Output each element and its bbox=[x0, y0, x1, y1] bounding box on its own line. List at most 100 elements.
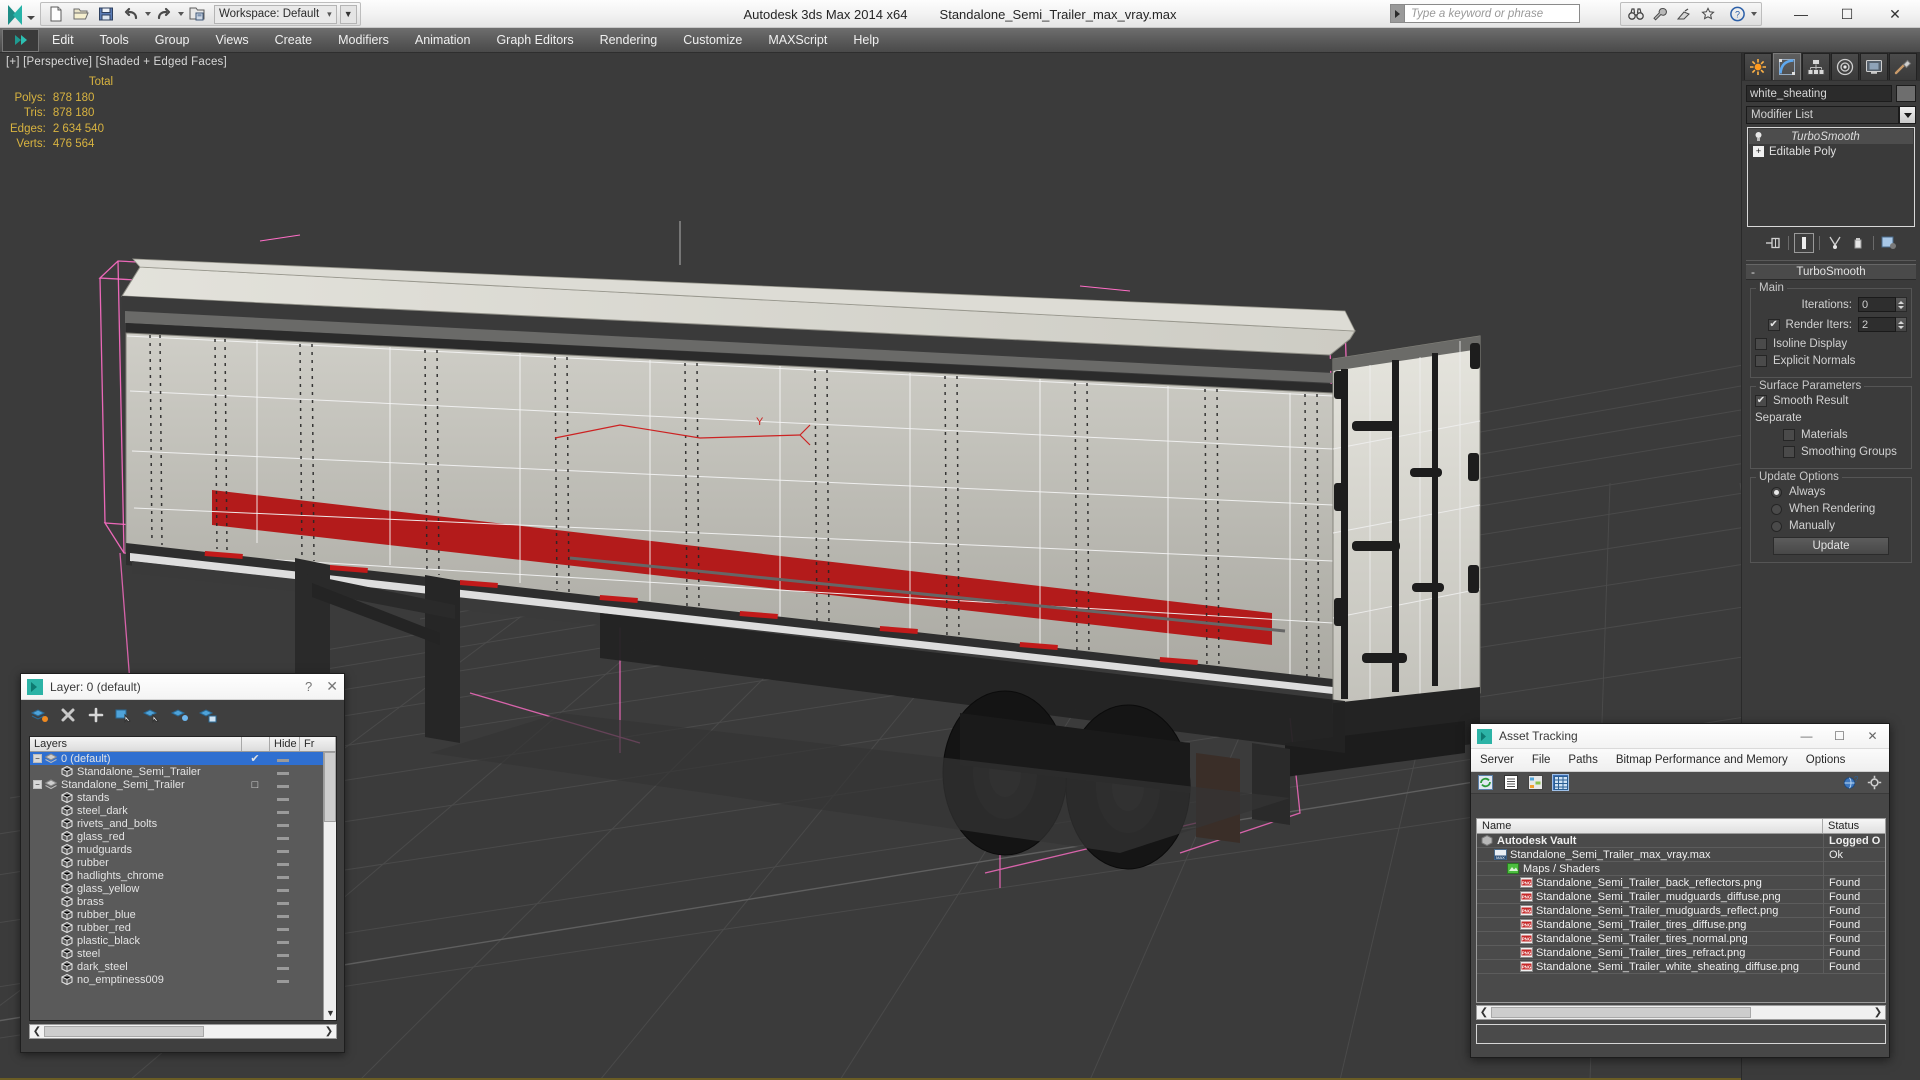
menu-group[interactable]: Group bbox=[142, 28, 203, 53]
open-file-icon[interactable] bbox=[69, 4, 93, 24]
search-box[interactable]: Type a keyword or phrase bbox=[1390, 4, 1580, 23]
rollout-collapse-icon[interactable]: - bbox=[1751, 265, 1755, 279]
smoothing-groups-row[interactable]: Smoothing Groups bbox=[1755, 446, 1907, 458]
configure-modifier-sets-icon[interactable] bbox=[1879, 233, 1899, 253]
layer-hide-toggle[interactable] bbox=[270, 883, 296, 895]
layer-hide-toggle[interactable] bbox=[270, 961, 296, 973]
asset-column-name[interactable]: Name bbox=[1477, 819, 1823, 833]
layer-hide-toggle[interactable] bbox=[270, 896, 296, 908]
layer-hide-toggle[interactable] bbox=[270, 857, 296, 869]
layer-hide-toggle[interactable] bbox=[270, 948, 296, 960]
layer-row[interactable]: no_emptiness009 bbox=[30, 973, 336, 986]
menu-animation[interactable]: Animation bbox=[402, 28, 484, 53]
always-row[interactable]: Always bbox=[1755, 486, 1907, 498]
layer-hide-toggle[interactable] bbox=[270, 922, 296, 934]
layer-list-hscrollbar[interactable]: ❮ ❯ bbox=[29, 1024, 337, 1039]
make-unique-icon[interactable] bbox=[1825, 233, 1845, 253]
asset-row[interactable]: MAX Standalone_Semi_Trailer_max_vray.max O… bbox=[1477, 847, 1885, 862]
smooth-result-row[interactable]: Smooth Result bbox=[1755, 395, 1907, 407]
layer-row[interactable]: glass_yellow bbox=[30, 882, 336, 895]
scroll-down-icon[interactable]: ▼ bbox=[326, 1008, 335, 1018]
remove-modifier-icon[interactable] bbox=[1848, 233, 1868, 253]
asset-rows[interactable]: Autodesk Vault Logged O MAX Standalone_Semi… bbox=[1477, 833, 1885, 974]
modifier-stack-item-editable-poly[interactable]: + Editable Poly bbox=[1749, 144, 1913, 159]
menu-graph-editors[interactable]: Graph Editors bbox=[483, 28, 586, 53]
close-button[interactable]: ✕ bbox=[1870, 0, 1920, 28]
asset-tracking-dialog[interactable]: Asset Tracking — ☐ ✕ Server File Paths B… bbox=[1470, 723, 1890, 1058]
wrench-icon[interactable] bbox=[1649, 4, 1671, 24]
rollout-header[interactable]: - TurboSmooth bbox=[1746, 264, 1916, 280]
add-selection-icon[interactable] bbox=[86, 705, 106, 725]
render-iters-input[interactable]: 2 bbox=[1858, 317, 1896, 332]
object-color-swatch[interactable] bbox=[1896, 85, 1916, 102]
refresh-icon[interactable] bbox=[1477, 774, 1494, 791]
hierarchy-tab[interactable] bbox=[1802, 53, 1830, 80]
at-menu-server[interactable]: Server bbox=[1471, 754, 1523, 766]
layer-row[interactable]: − 0 (default) ✔ bbox=[30, 752, 336, 765]
at-menu-bitmap-performance[interactable]: Bitmap Performance and Memory bbox=[1607, 754, 1797, 766]
layer-rows[interactable]: − 0 (default) ✔ Standalone_Semi_Trailer − Sta… bbox=[30, 752, 336, 986]
menu-rendering[interactable]: Rendering bbox=[587, 28, 671, 53]
at-menu-options[interactable]: Options bbox=[1797, 754, 1855, 766]
explicit-normals-row[interactable]: Explicit Normals bbox=[1755, 355, 1907, 367]
layer-row[interactable]: steel_dark bbox=[30, 804, 336, 817]
layer-row[interactable]: steel bbox=[30, 947, 336, 960]
modify-tab[interactable] bbox=[1773, 53, 1801, 80]
layer-row[interactable]: glass_red bbox=[30, 830, 336, 843]
maximize-button[interactable]: ☐ bbox=[1823, 724, 1856, 749]
workspace-selector[interactable]: Workspace: Default ▾ bbox=[214, 4, 337, 24]
layer-row[interactable]: Standalone_Semi_Trailer bbox=[30, 765, 336, 778]
iterations-spinner[interactable] bbox=[1896, 297, 1907, 312]
undo-icon[interactable] bbox=[119, 4, 143, 24]
layer-row[interactable]: hadlights_chrome bbox=[30, 869, 336, 882]
app-icon-button[interactable] bbox=[2, 28, 39, 52]
help-dropdown-icon[interactable] bbox=[1750, 4, 1757, 24]
layer-visible-toggle[interactable]: □ bbox=[242, 779, 268, 791]
layer-column-freeze[interactable]: Fr bbox=[300, 737, 336, 751]
redo-icon[interactable] bbox=[152, 4, 176, 24]
select-objects-icon[interactable] bbox=[114, 705, 134, 725]
help-globe-icon[interactable]: ? bbox=[1842, 774, 1859, 791]
layer-visible-toggle[interactable]: ✔ bbox=[242, 752, 268, 765]
maximize-button[interactable]: ☐ bbox=[1824, 0, 1870, 28]
layer-hide-toggle[interactable] bbox=[270, 792, 296, 804]
list-view-icon[interactable] bbox=[1502, 774, 1519, 791]
settings-icon[interactable] bbox=[1866, 774, 1883, 791]
new-file-icon[interactable] bbox=[44, 4, 68, 24]
layer-hide-toggle[interactable] bbox=[270, 870, 296, 882]
layer-row[interactable]: plastic_black bbox=[30, 934, 336, 947]
star-icon[interactable] bbox=[1697, 4, 1719, 24]
minimize-button[interactable]: — bbox=[1778, 0, 1824, 28]
minimize-button[interactable]: — bbox=[1790, 724, 1823, 749]
asset-row[interactable]: PNG Standalone_Semi_Trailer_white_sheatin… bbox=[1477, 959, 1885, 974]
modifier-stack[interactable]: TurboSmooth + Editable Poly bbox=[1747, 127, 1915, 227]
menu-tools[interactable]: Tools bbox=[87, 28, 142, 53]
asset-row[interactable]: PNG Standalone_Semi_Trailer_mudguards_ref… bbox=[1477, 903, 1885, 918]
manually-row[interactable]: Manually bbox=[1755, 520, 1907, 532]
redo-dropdown-icon[interactable] bbox=[177, 4, 184, 24]
layer-expander-icon[interactable]: − bbox=[33, 754, 42, 763]
modifier-list-chevron-icon[interactable] bbox=[1899, 106, 1916, 124]
save-file-icon[interactable] bbox=[94, 4, 118, 24]
delete-layer-icon[interactable] bbox=[58, 705, 78, 725]
menu-modifiers[interactable]: Modifiers bbox=[325, 28, 402, 53]
search-dropdown-icon[interactable] bbox=[1390, 4, 1405, 23]
layer-hide-toggle[interactable] bbox=[270, 766, 296, 778]
layer-properties-icon[interactable] bbox=[198, 705, 218, 725]
utilities-tab[interactable] bbox=[1889, 53, 1917, 80]
layer-hide-toggle[interactable] bbox=[270, 818, 296, 830]
layer-row[interactable]: rubber_red bbox=[30, 921, 336, 934]
layer-hscrollbar-thumb[interactable] bbox=[44, 1026, 204, 1037]
layer-hide-toggle[interactable] bbox=[270, 779, 296, 791]
pin-stack-icon[interactable] bbox=[1763, 233, 1783, 253]
manually-radio[interactable] bbox=[1771, 520, 1782, 532]
when-rendering-row[interactable]: When Rendering bbox=[1755, 503, 1907, 515]
show-end-result-icon[interactable] bbox=[1794, 233, 1814, 253]
table-view-icon[interactable] bbox=[1552, 774, 1569, 791]
materials-row[interactable]: Materials bbox=[1755, 429, 1907, 441]
layer-hide-toggle[interactable] bbox=[270, 909, 296, 921]
always-radio[interactable] bbox=[1771, 486, 1782, 498]
layer-dialog[interactable]: Layer: 0 (default) ? ✕ Layers Hide Fr − … bbox=[20, 673, 345, 1053]
layer-scrollbar-thumb[interactable] bbox=[324, 752, 336, 822]
menu-views[interactable]: Views bbox=[202, 28, 261, 53]
